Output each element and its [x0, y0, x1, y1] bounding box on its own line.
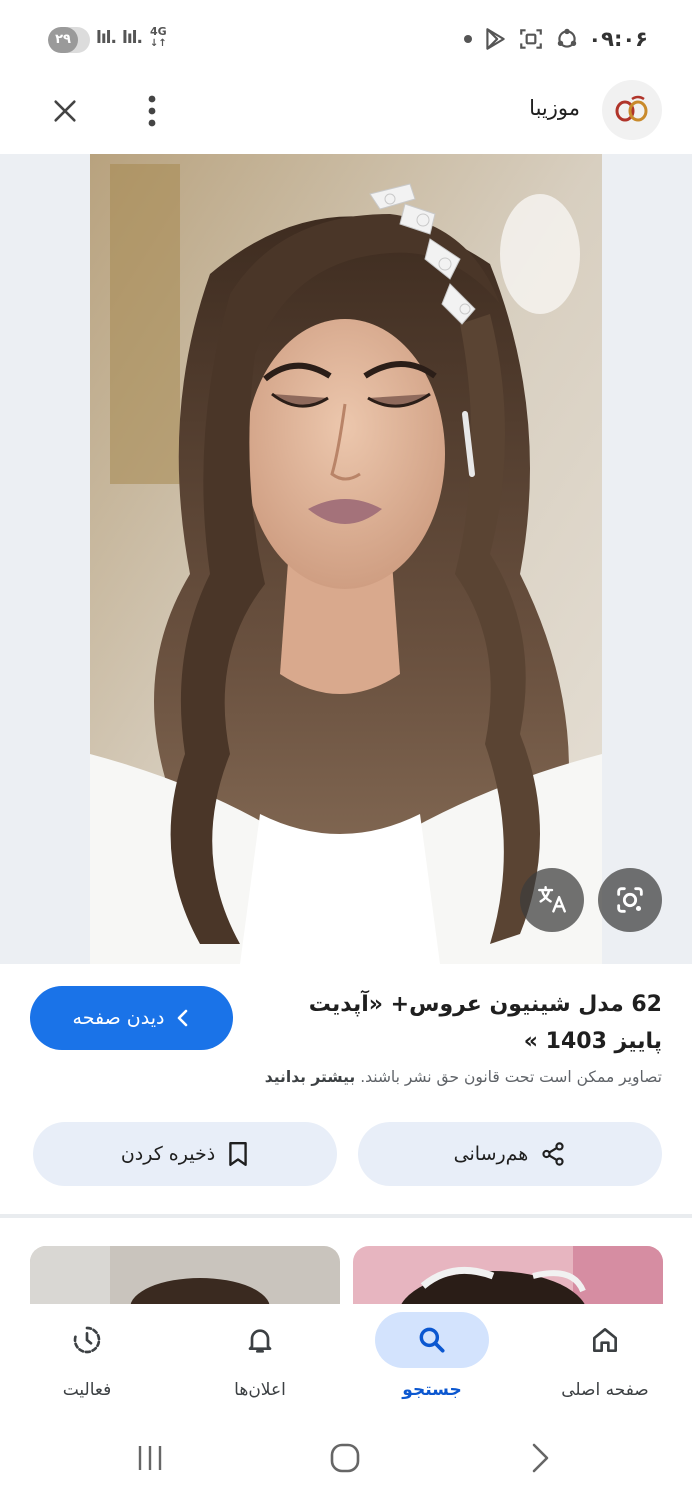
chevron-left-icon: [178, 1009, 188, 1027]
bell-icon: [248, 1329, 272, 1353]
nav-activity[interactable]: فعالیت: [12, 1312, 162, 1416]
notification-icons: [464, 26, 580, 52]
nav-search-label: جستجو: [402, 1380, 462, 1400]
copyright-text: تصاویر ممکن است تحت قانون حق نشر باشند.: [360, 1068, 662, 1086]
nav-notifications-label: اعلان‌ها: [234, 1380, 286, 1400]
related-image-1[interactable]: [30, 1246, 340, 1308]
close-icon: [54, 100, 76, 122]
result-image[interactable]: [90, 154, 602, 964]
mosiba-logo-icon: [615, 95, 648, 122]
sync-icon: [557, 28, 577, 48]
result-title[interactable]: 62 مدل شینیون عروس+ «آپدیت پاییز 1403 »: [282, 986, 662, 1060]
share-label: هم‌رسانی: [453, 1143, 529, 1165]
network-type: 4G ↓↑: [150, 25, 167, 49]
system-navigation-bar: [0, 1422, 692, 1500]
screenshot-icon: [520, 29, 542, 49]
image-viewer: [0, 154, 692, 964]
signal-strength-2-icon: lıl.: [122, 28, 143, 48]
share-button[interactable]: هم‌رسانی: [358, 1122, 662, 1186]
signal-strength-icon: lıl.: [96, 28, 117, 48]
more-notifications-dot-icon: [464, 35, 472, 43]
back-button[interactable]: [510, 1436, 570, 1480]
nav-activity-label: فعالیت: [62, 1380, 112, 1400]
site-favicon[interactable]: [602, 80, 662, 140]
home-button[interactable]: [315, 1436, 375, 1480]
home-circle-icon: [330, 1443, 360, 1473]
save-button[interactable]: ذخیره کردن: [33, 1122, 337, 1186]
translate-button[interactable]: [520, 868, 584, 932]
nav-home[interactable]: صفحه اصلی: [530, 1312, 680, 1416]
site-name[interactable]: موزیبا: [529, 96, 580, 120]
battery-indicator: ۲۹: [48, 27, 90, 53]
copyright-notice: تصاویر ممکن است تحت قانون حق نشر باشند. …: [22, 1068, 662, 1086]
related-image-2[interactable]: [353, 1246, 663, 1308]
home-icon: [593, 1328, 617, 1352]
clock: ۰۹:۰۶: [588, 27, 648, 51]
nav-home-label: صفحه اصلی: [561, 1380, 649, 1400]
learn-more-link[interactable]: بیشتر بدانید: [265, 1068, 355, 1086]
more-vert-icon: [148, 95, 156, 127]
activity-icon: [73, 1326, 101, 1354]
status-bar: ۲۹ lıl. lıl. 4G ↓↑ ۰۹:۰۶: [0, 0, 692, 78]
google-lens-icon: [617, 887, 643, 913]
battery-level: ۲۹: [55, 32, 71, 47]
related-images: [0, 1218, 692, 1308]
chevron-right-icon: [532, 1443, 549, 1473]
search-icon: [419, 1327, 445, 1353]
nav-search[interactable]: جستجو: [357, 1312, 507, 1416]
bride-photo-illustration: [90, 154, 602, 964]
result-info: 62 مدل شینیون عروس+ «آپدیت پاییز 1403 » …: [0, 964, 692, 1214]
recent-apps-button[interactable]: [120, 1436, 180, 1480]
more-options-button[interactable]: [130, 88, 174, 134]
save-label: ذخیره کردن: [120, 1143, 216, 1165]
bookmark-icon: [229, 1141, 247, 1167]
translate-icon: [538, 886, 566, 913]
visit-page-label: دیدن صفحه: [72, 1007, 165, 1029]
lens-search-button[interactable]: [598, 868, 662, 932]
recent-apps-icon: [138, 1446, 162, 1470]
share-icon: [542, 1142, 564, 1166]
viewer-header: موزیبا: [0, 78, 692, 154]
close-button[interactable]: [42, 88, 88, 134]
bottom-navigation: صفحه اصلی جستجو اعلان‌ها فعالیت: [0, 1304, 692, 1422]
visit-page-button[interactable]: دیدن صفحه: [30, 986, 233, 1050]
nav-notifications[interactable]: اعلان‌ها: [185, 1312, 335, 1416]
play-store-icon: [486, 28, 505, 50]
